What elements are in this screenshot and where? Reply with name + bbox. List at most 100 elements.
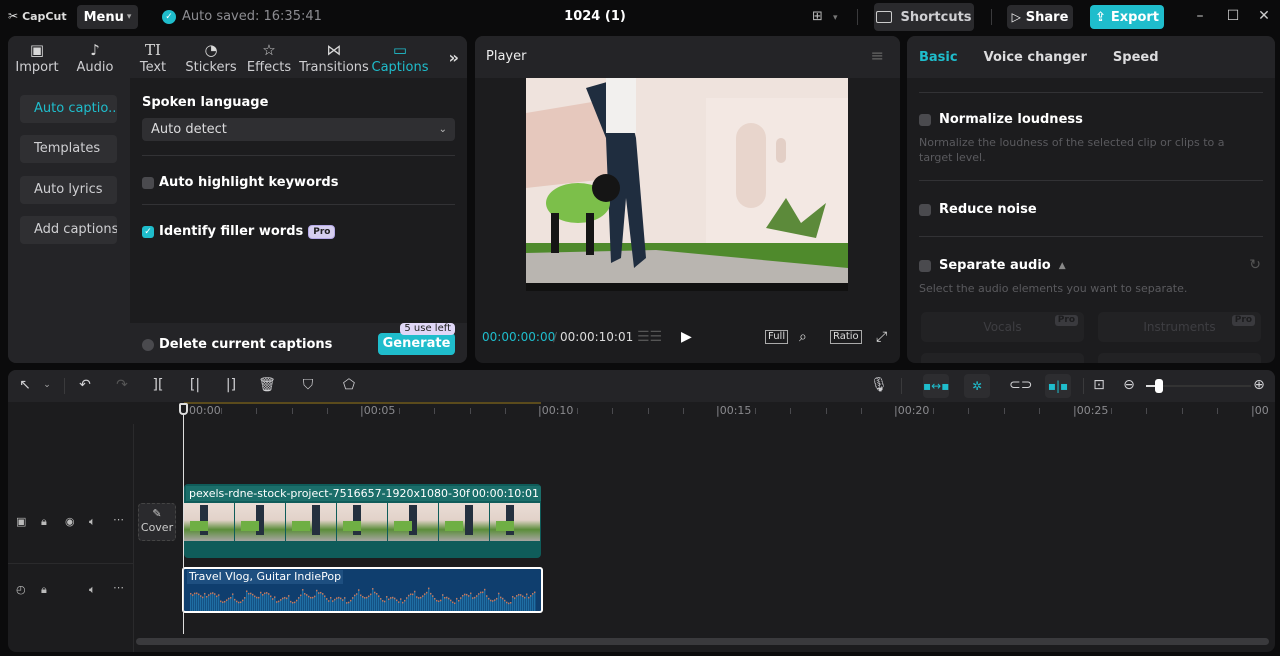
more-separate-option[interactable]	[921, 353, 1084, 363]
waveform-bar	[422, 595, 424, 611]
waveform-bar	[386, 596, 388, 611]
audio-icon: ♪	[90, 41, 100, 59]
tab-import[interactable]: ▣ Import	[8, 36, 66, 78]
ruler-label-text: 00:25	[1076, 404, 1109, 417]
tab-voice-changer[interactable]: Voice changer	[984, 50, 1087, 65]
lock-icon[interactable]: 🔒︎	[41, 583, 47, 597]
waveform-bar	[526, 593, 528, 611]
tab-transitions[interactable]: ⋈ Transitions	[298, 36, 370, 78]
playhead-handle[interactable]	[179, 403, 188, 415]
maximize-icon: ☐	[1226, 8, 1240, 24]
waveform-bar	[432, 595, 434, 611]
close-button[interactable]: ✕	[1255, 8, 1273, 24]
instruments-option[interactable]: Instruments Pro	[1098, 312, 1261, 342]
menu-button[interactable]: Menu ▾	[77, 5, 138, 29]
auto-highlight-checkbox[interactable]	[142, 176, 154, 189]
waveform-peak	[364, 597, 366, 599]
normalize-checkbox[interactable]	[919, 113, 931, 126]
waveform-peak	[216, 595, 218, 598]
zoom-slider-handle[interactable]	[1154, 379, 1163, 393]
auto-snap-icon[interactable]: ✲	[964, 374, 990, 398]
waveform-peak	[362, 596, 364, 598]
playhead[interactable]	[183, 406, 184, 634]
zoom-slider[interactable]	[1146, 379, 1251, 393]
separate-audio-checkbox[interactable]	[919, 259, 931, 272]
cover-button[interactable]: ✎ Cover	[138, 503, 176, 541]
speaker-icon[interactable]: 🔈︎	[89, 583, 96, 597]
zoom-out-icon[interactable]: ⊖	[1120, 377, 1138, 393]
more-tabs-button[interactable]: »	[449, 48, 459, 67]
play-button[interactable]: ▶	[681, 329, 692, 345]
waveform-peak	[258, 596, 260, 599]
full-quality-button[interactable]: Full	[765, 330, 789, 344]
tab-speed[interactable]: Speed	[1113, 50, 1159, 65]
hamburger-menu-icon[interactable]: ≡	[871, 46, 884, 65]
maximize-button[interactable]: ☐	[1224, 8, 1242, 24]
vocals-option[interactable]: Vocals Pro	[921, 312, 1084, 342]
spoken-language-select[interactable]: Auto detect ⌄	[142, 118, 455, 141]
delete-right-icon[interactable]: |]	[222, 377, 240, 393]
waveform-bar	[374, 591, 376, 611]
subnav-auto-captions[interactable]: Auto captio...	[20, 95, 117, 123]
split-icon[interactable]: ][	[149, 377, 167, 393]
timeline-ruler[interactable]: 00:00 |00:05 |00:10 |00:15 |00:20 |00:25…	[8, 402, 1275, 424]
timeline-view-icon[interactable]: ☰☰	[637, 329, 662, 345]
ai-mark-icon[interactable]: ⛉	[299, 377, 317, 393]
fullscreen-icon[interactable]: ⤢	[876, 329, 887, 345]
tab-captions[interactable]: ▭ Captions	[370, 36, 430, 78]
delete-icon[interactable]: 🗑	[258, 377, 276, 393]
more-separate-option[interactable]	[1098, 353, 1261, 363]
ratio-button[interactable]: Ratio	[830, 330, 862, 344]
mark-icon[interactable]: ⬠	[340, 377, 358, 393]
delete-captions-checkbox[interactable]	[142, 338, 154, 351]
zoom-in-icon[interactable]: ⊕	[1250, 377, 1268, 393]
waveform-peak	[534, 591, 536, 594]
shortcuts-button[interactable]: Shortcuts	[874, 3, 974, 31]
subnav-templates[interactable]: Templates	[20, 135, 117, 163]
more-options-icon[interactable]: ⋯	[113, 581, 124, 594]
tab-text[interactable]: TI Text	[124, 36, 182, 78]
subnav-auto-lyrics[interactable]: Auto lyrics	[20, 176, 117, 204]
waveform-bar	[412, 593, 414, 611]
speaker-icon[interactable]: 🔈︎	[89, 515, 96, 529]
zoom-to-fit-icon[interactable]: ⊡	[1090, 377, 1108, 393]
microphone-icon[interactable]: 🎙	[870, 377, 888, 393]
reduce-noise-checkbox[interactable]	[919, 203, 931, 216]
waveform-bar	[434, 597, 436, 611]
waveform-peak	[278, 600, 280, 603]
more-options-icon[interactable]: ⋯	[113, 513, 124, 526]
waveform-peak	[200, 595, 202, 597]
lock-icon[interactable]: 🔒︎	[41, 515, 47, 529]
undo-icon[interactable]: ↶	[76, 377, 94, 393]
tab-effects[interactable]: ☆ Effects	[240, 36, 298, 78]
delete-left-icon[interactable]: [|	[186, 377, 204, 393]
chevron-down-icon[interactable]: ⌄	[38, 380, 56, 390]
timeline-horizontal-scrollbar[interactable]	[136, 638, 1269, 645]
chevron-up-icon[interactable]: ▲	[1059, 261, 1066, 271]
select-tool-icon[interactable]: ↖	[16, 377, 34, 393]
waveform-peak	[192, 594, 194, 596]
share-button[interactable]: ▷ Share	[1007, 5, 1073, 29]
zoom-preview-icon[interactable]: ⌕	[799, 329, 807, 345]
tab-stickers[interactable]: ◔ Stickers	[182, 36, 240, 78]
tab-basic[interactable]: Basic	[919, 50, 958, 65]
waveform-peak	[410, 593, 412, 596]
minimize-button[interactable]: –	[1191, 8, 1209, 24]
link-icon[interactable]: ⊂⊃	[1009, 377, 1032, 393]
layout-button[interactable]: ⊞ ▾	[812, 9, 838, 24]
filler-words-checkbox[interactable]: ✓	[142, 225, 154, 238]
generate-button[interactable]: Generate	[378, 333, 455, 355]
cover-label: Cover	[140, 521, 174, 534]
video-preview[interactable]	[526, 78, 848, 291]
waveform-bar	[352, 597, 354, 611]
subnav-add-captions[interactable]: Add captions	[20, 216, 117, 244]
audio-clip[interactable]: Travel Vlog, Guitar IndiePop	[182, 567, 543, 613]
tab-audio[interactable]: ♪ Audio	[66, 36, 124, 78]
video-clip[interactable]: pexels-rdne-stock-project-7516657-1920x1…	[184, 484, 541, 558]
main-track-magnet-icon[interactable]: ▪↔▪	[923, 374, 949, 398]
preview-axis-icon[interactable]: ▪|▪	[1045, 374, 1071, 398]
export-button[interactable]: ⇪ Export	[1090, 5, 1164, 29]
reset-icon[interactable]: ↻	[1249, 257, 1261, 273]
project-title[interactable]: 1024 (1)	[540, 9, 650, 24]
eye-icon[interactable]: ◉	[65, 515, 75, 528]
